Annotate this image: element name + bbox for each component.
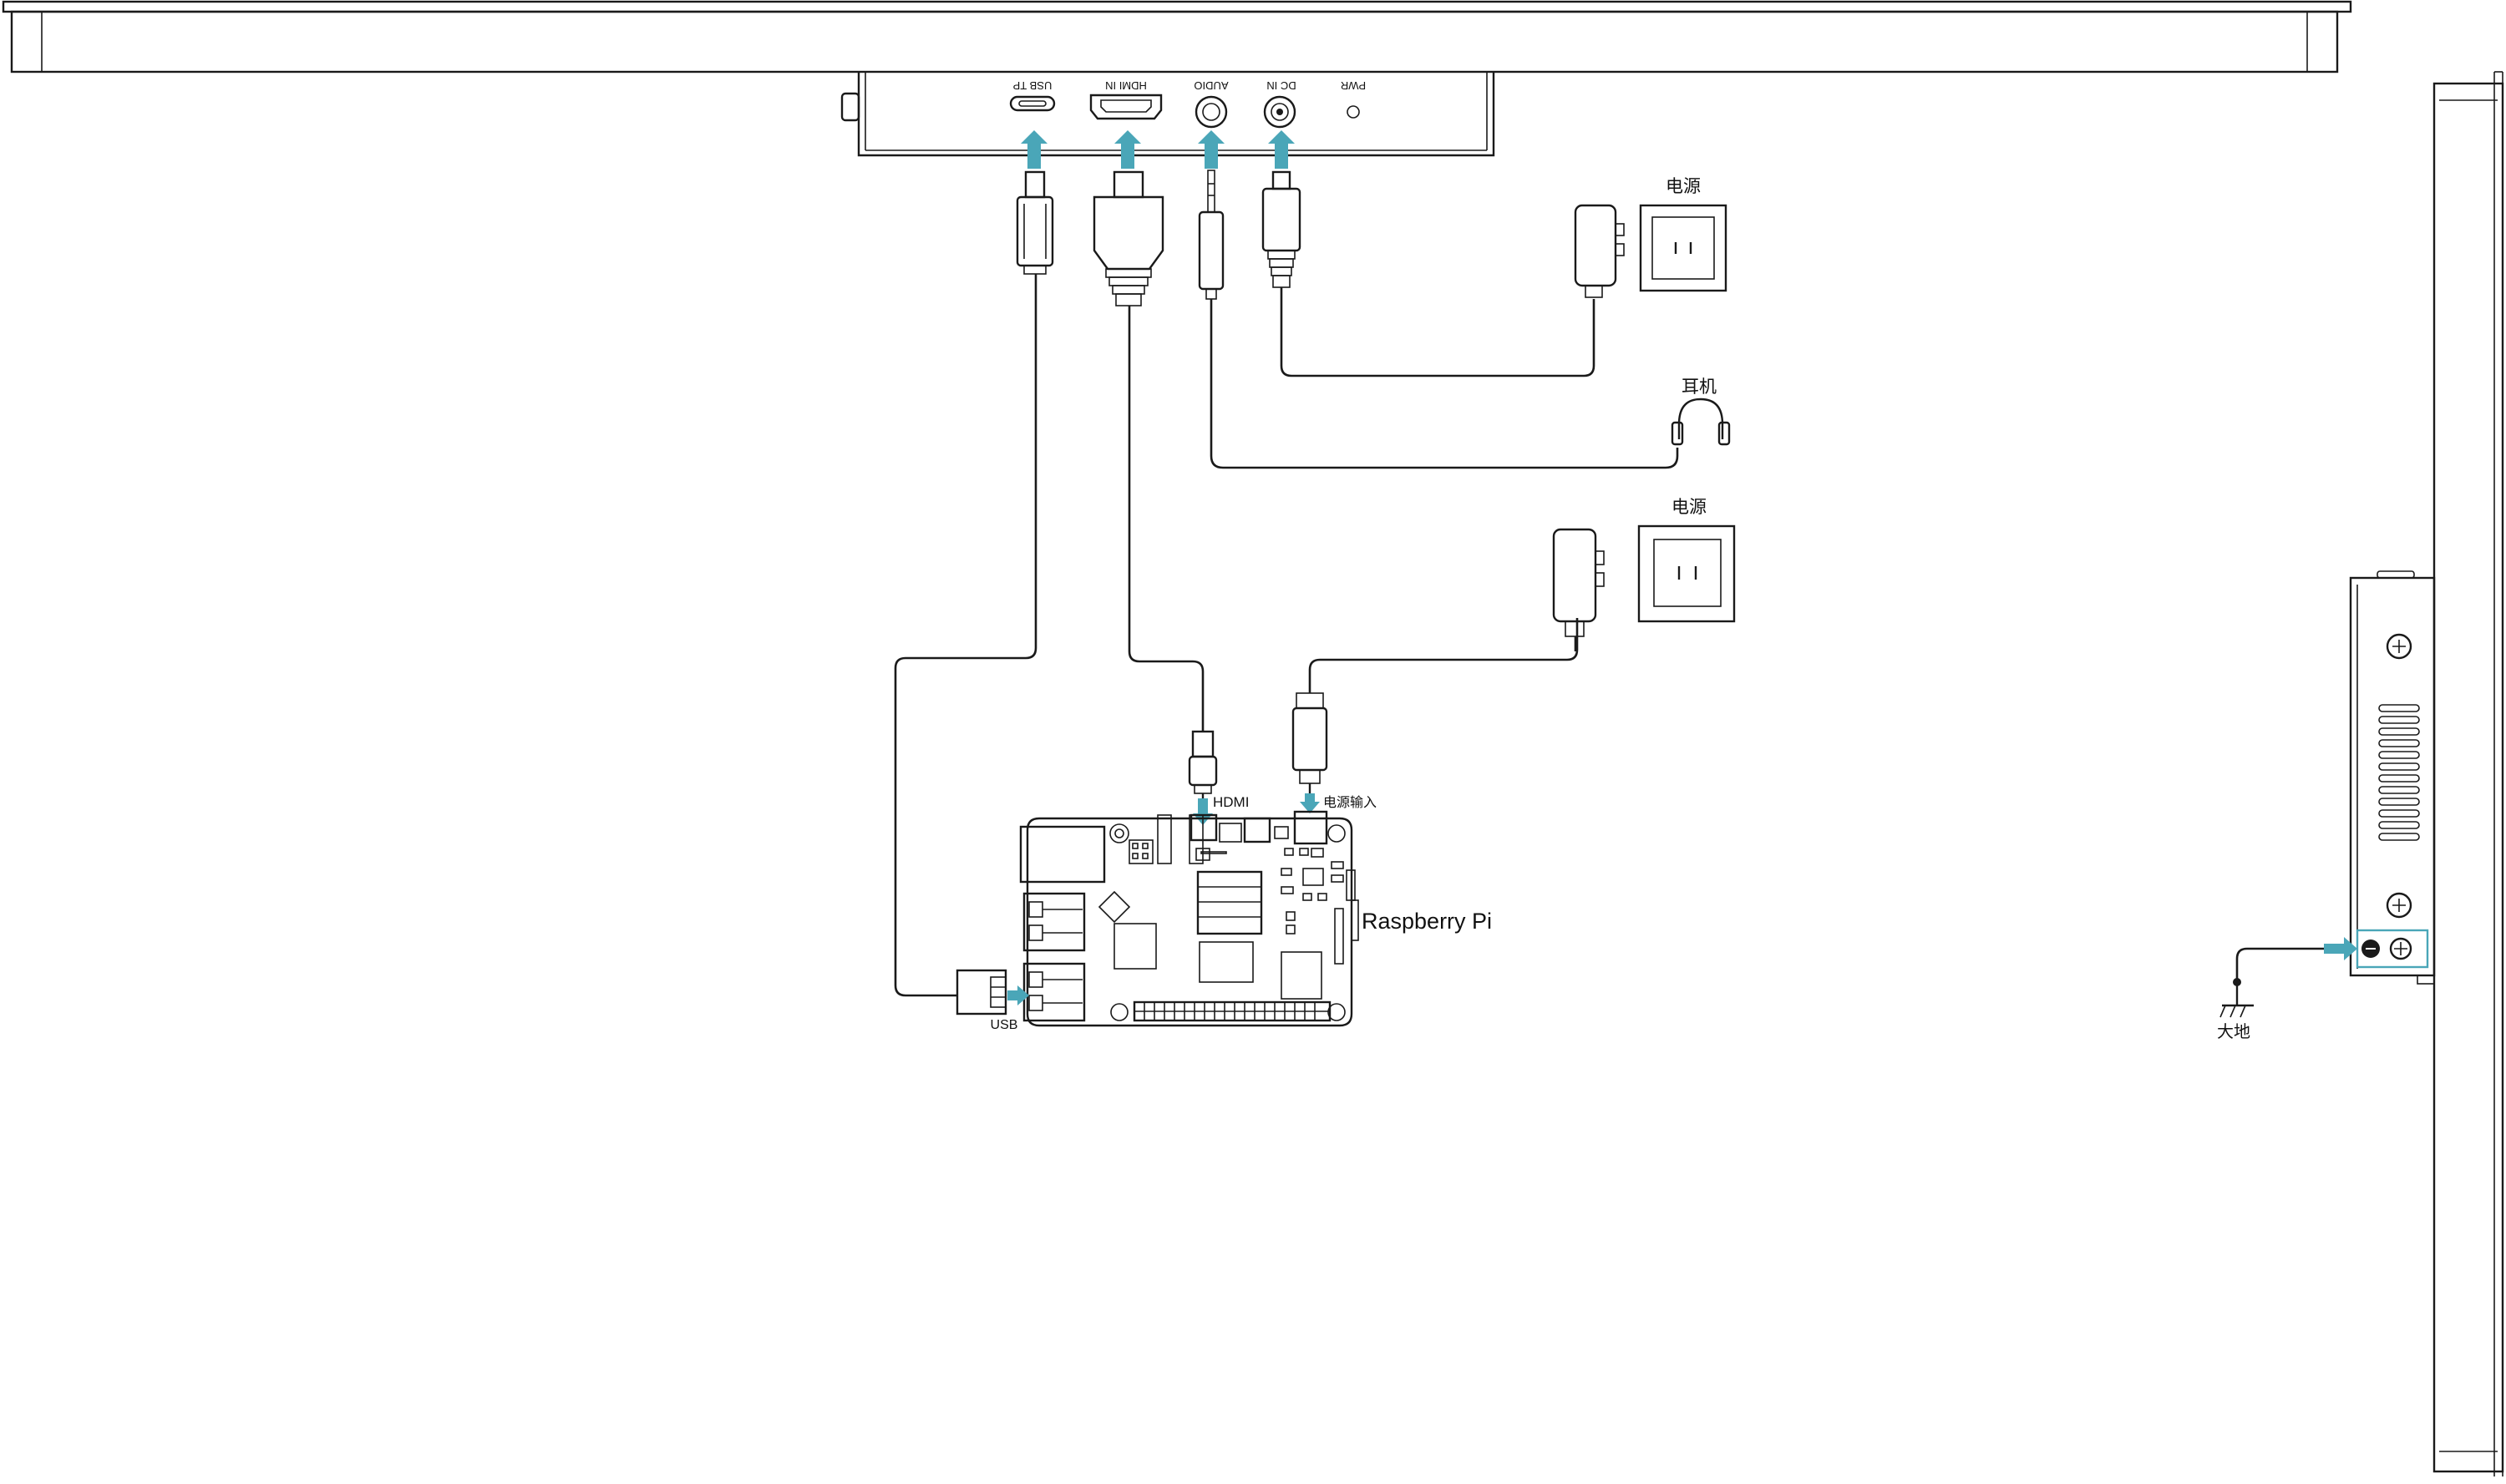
pi-power-cable (1308, 618, 1579, 693)
label-pi-usb: USB (991, 1018, 1018, 1032)
soc-chip (1196, 870, 1263, 935)
wall-outlet-1 (1639, 204, 1727, 292)
arrow-pi-usb (1007, 985, 1029, 1005)
arrow-ground (2324, 937, 2357, 960)
power-adapter-1 (1574, 204, 1625, 298)
label-board-name: Raspberry Pi (1362, 909, 1492, 934)
port-label-pwr: PWR (1341, 79, 1366, 92)
dc-cable (1280, 287, 1595, 377)
port-label-dc-in: DC IN (1266, 79, 1296, 92)
label-pi-power-input: 电源输入 (1323, 795, 1377, 810)
dc-plug (1261, 170, 1301, 288)
connection-diagram: USB TP HDMI IN AUDIO DC IN PWR 电源 耳机 电源 … (0, 0, 2506, 1480)
port-label-hdmi-in: HDMI IN (1105, 79, 1147, 92)
diagram-canvas: USB TP HDMI IN AUDIO DC IN PWR 电源 耳机 电源 … (2, 0, 2504, 1476)
arrow-audio (1198, 130, 1225, 169)
power-adapter-2 (1552, 528, 1605, 651)
usb-tp-cable (894, 274, 1037, 997)
port-panel: USB TP HDMI IN AUDIO DC IN PWR (840, 72, 1495, 157)
earth-ground-icon (2219, 978, 2254, 1018)
monitor-side-profile (2349, 71, 2504, 1476)
label-headphones: 耳机 (1682, 377, 1717, 397)
arrow-pi-power (1300, 793, 1320, 813)
audio-port (1195, 95, 1228, 129)
usb-tp-port (1009, 95, 1056, 112)
arrow-dc-in (1268, 130, 1295, 169)
hdmi-cable (1128, 306, 1205, 732)
port-arrows (1021, 130, 1295, 169)
pi-usb-plug (956, 969, 1007, 1016)
monitor-top-bezel (2, 0, 2352, 73)
ground-cable (2235, 947, 2326, 980)
label-power-1: 电源 (1666, 177, 1701, 196)
headphones-icon (1671, 398, 1731, 446)
pwr-indicator (1347, 105, 1360, 119)
audio-plug (1198, 170, 1225, 300)
label-power-2: 电源 (1672, 498, 1707, 517)
arrow-usb-tp (1021, 130, 1048, 169)
vent-slots (2378, 704, 2420, 841)
raspberry-pi-board (1019, 810, 1359, 1027)
wall-outlet-2 (1637, 524, 1736, 623)
label-earth-ground: 大地 (2217, 1022, 2250, 1041)
port-label-usb-tp: USB TP (1013, 79, 1053, 92)
pi-hdmi-plug (1188, 730, 1218, 800)
pi-power-port (1293, 810, 1328, 845)
hdmi-plug (1093, 170, 1164, 306)
label-pi-hdmi: HDMI (1213, 794, 1249, 810)
pi-power-plug (1291, 692, 1328, 793)
usb-c-plug (1016, 170, 1054, 275)
port-label-audio: AUDIO (1194, 79, 1228, 92)
arrow-hdmi-in (1114, 130, 1141, 169)
ethernet-port (1019, 825, 1106, 884)
panel-knob (840, 92, 860, 122)
